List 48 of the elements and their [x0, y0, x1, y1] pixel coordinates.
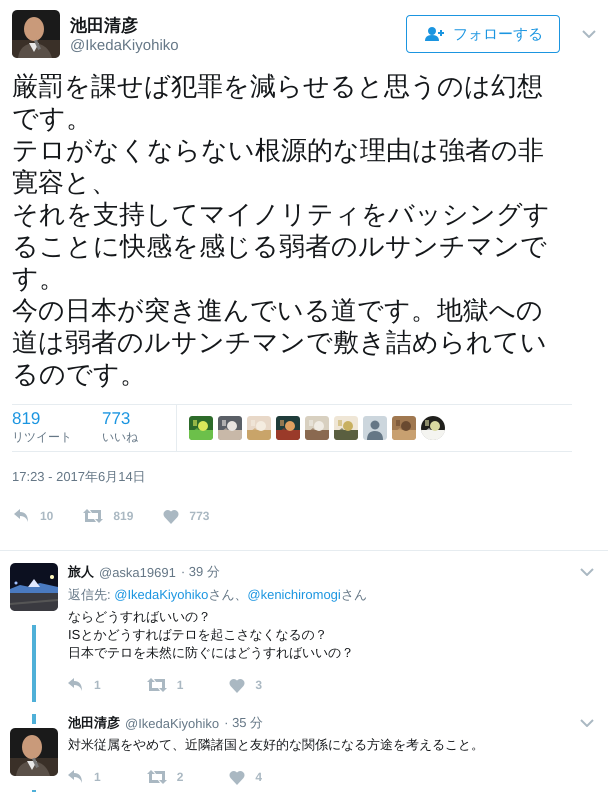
chevron-icon[interactable]: [580, 568, 594, 576]
reply-text-line: ならどうすればいいの？: [68, 608, 212, 626]
stat-label: いいね: [102, 429, 138, 446]
retweet-count: 2: [176, 770, 184, 784]
author-handle: @IkedaKiyohiko: [70, 36, 180, 54]
like-count: 773: [189, 509, 210, 523]
reply-count: 10: [40, 509, 54, 523]
chevron-icon[interactable]: [580, 719, 594, 727]
like-count: 4: [255, 770, 262, 784]
heart-icon[interactable]: [229, 770, 246, 784]
reply-icon[interactable]: [68, 678, 84, 692]
tweet-paragraph: 今の日本が突き進んでいる道です。地獄への道は弱者のルサンチマンで敷き詰められているのです。: [12, 294, 548, 390]
reply-count: 1: [94, 678, 101, 692]
like-count: 3: [255, 678, 262, 692]
tweet-paragraph: テロがなくならない根源的な理由は強者の非寛容と、: [12, 134, 545, 198]
stat-count[interactable]: 819: [12, 409, 72, 429]
mention-link[interactable]: @IkedaKiyohiko: [114, 587, 208, 602]
reply-icon[interactable]: [68, 770, 84, 784]
reply-author-name: 池田清彦: [68, 714, 120, 732]
stat-count[interactable]: 773: [102, 409, 138, 429]
add-user-icon: [425, 27, 445, 41]
retweet-icon[interactable]: [146, 678, 167, 692]
reply-author-name: 旅人: [68, 563, 94, 581]
retweet-icon[interactable]: [146, 770, 167, 784]
tweet-paragraph: 厳罰を課せば犯罪を減らせると思うのは幻想です。: [12, 70, 544, 134]
reply-time: · 39 分: [180, 563, 220, 581]
reply-text-line: 日本でテロを未然に防ぐにはどうすればいいの？: [68, 644, 355, 662]
default-avatar-icon[interactable]: [363, 416, 387, 440]
heart-icon[interactable]: [163, 508, 180, 524]
reply-icon[interactable]: [14, 509, 30, 523]
timestamp: 17:23 - 2017年6月14日: [12, 468, 147, 486]
reply-text-line: 対米従属をやめて、近隣諸国と友好的な関係になる方途を考えること。: [68, 736, 485, 754]
retweet-count: 819: [113, 509, 134, 523]
reply-time: · 35 分: [224, 714, 264, 732]
tweet-paragraph: それを支持してマイノリティをバッシングすることに快感を感じる弱者のルサンチマンです。: [12, 198, 551, 294]
reply-count: 1: [94, 770, 101, 784]
reply-author-handle: @aska19691: [99, 564, 176, 580]
author-name: 池田清彦: [70, 14, 139, 36]
stat-label: リツイート: [12, 429, 72, 446]
retweet-count: 1: [176, 678, 184, 692]
reply-author-handle: @IkedaKiyohiko: [125, 716, 220, 730]
reply-text-line: ISとかどうすればテロを起こさなくなるの？: [68, 626, 328, 644]
replying-to-text: 返信先: @IkedaKiyohikoさん、@kenichiromogiさん: [68, 586, 368, 604]
heart-icon[interactable]: [229, 678, 246, 692]
chevron-icon[interactable]: [582, 30, 596, 38]
follow-button[interactable]: フォローする: [406, 15, 560, 53]
mention-link[interactable]: @kenichiromogi: [247, 587, 341, 602]
retweet-icon[interactable]: [83, 509, 104, 523]
